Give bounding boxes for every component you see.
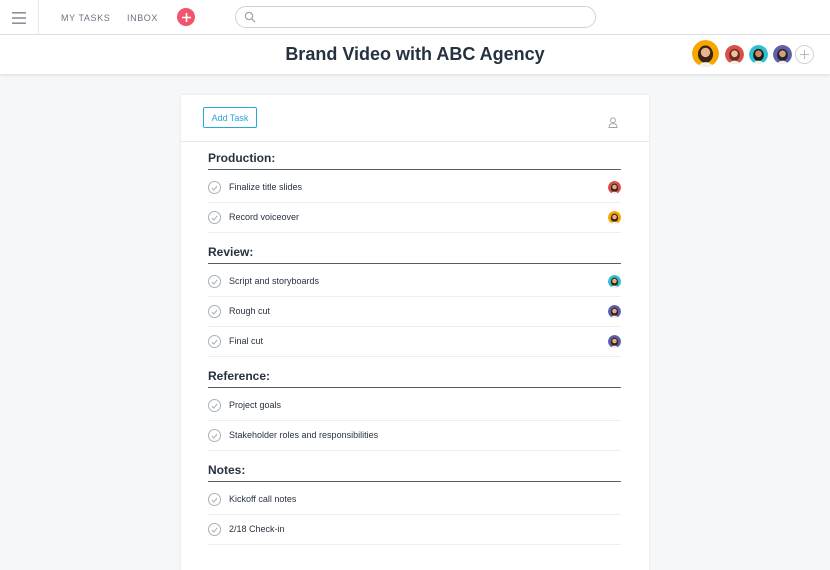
task-row[interactable]: Finalize title slides: [208, 173, 621, 203]
plus-icon: [181, 12, 191, 22]
assignee-filter-button[interactable]: [608, 115, 618, 133]
list-toolbar: Add Task: [181, 95, 649, 142]
menu-icon: [12, 11, 26, 24]
check-icon: [211, 497, 218, 503]
task-name[interactable]: Project goals: [229, 400, 281, 410]
complete-checkbox[interactable]: [208, 335, 221, 348]
complete-checkbox[interactable]: [208, 275, 221, 288]
add-member-button[interactable]: [795, 45, 814, 64]
complete-checkbox[interactable]: [208, 493, 221, 506]
task-name[interactable]: Kickoff call notes: [229, 494, 296, 504]
task-name[interactable]: Final cut: [229, 336, 263, 346]
check-icon: [211, 215, 218, 221]
section-header[interactable]: Review:: [208, 245, 621, 264]
top-bar: MY TASKS INBOX: [0, 0, 830, 35]
search-input[interactable]: [260, 10, 585, 24]
member-avatar[interactable]: [749, 45, 768, 64]
check-icon: [211, 339, 218, 345]
section-header[interactable]: Notes:: [208, 463, 621, 482]
add-task-button[interactable]: Add Task: [203, 107, 257, 128]
search-icon: [244, 11, 256, 23]
nav-inbox[interactable]: INBOX: [127, 13, 158, 23]
task-name[interactable]: 2/18 Check-in: [229, 524, 285, 534]
quick-add-button[interactable]: [177, 8, 195, 26]
task-row[interactable]: Script and storyboards: [208, 267, 621, 297]
assignee-avatar[interactable]: [608, 305, 621, 318]
task-list-card: Add Task Production: Finalize title slide…: [181, 95, 649, 570]
task-row[interactable]: Final cut: [208, 327, 621, 357]
check-icon: [211, 309, 218, 315]
task-row[interactable]: Rough cut: [208, 297, 621, 327]
task-name[interactable]: Finalize title slides: [229, 182, 302, 192]
plus-icon: [800, 50, 809, 59]
task-row[interactable]: 2/18 Check-in: [208, 515, 621, 545]
section-header[interactable]: Production:: [208, 151, 621, 170]
check-icon: [211, 185, 218, 191]
task-name[interactable]: Rough cut: [229, 306, 270, 316]
check-icon: [211, 527, 218, 533]
person-icon: [608, 117, 618, 128]
nav-my-tasks[interactable]: MY TASKS: [61, 13, 110, 23]
check-icon: [211, 403, 218, 409]
task-row[interactable]: Record voiceover: [208, 203, 621, 233]
assignee-avatar[interactable]: [608, 335, 621, 348]
search-bar[interactable]: [235, 6, 596, 28]
complete-checkbox[interactable]: [208, 211, 221, 224]
task-name[interactable]: Stakeholder roles and responsibilities: [229, 430, 378, 440]
menu-button[interactable]: [0, 0, 39, 35]
member-avatar[interactable]: [773, 45, 792, 64]
assignee-avatar[interactable]: [608, 211, 621, 224]
task-row[interactable]: Stakeholder roles and responsibilities: [208, 421, 621, 451]
task-name[interactable]: Script and storyboards: [229, 276, 319, 286]
assignee-avatar[interactable]: [608, 181, 621, 194]
check-icon: [211, 279, 218, 285]
complete-checkbox[interactable]: [208, 181, 221, 194]
task-row[interactable]: Project goals: [208, 391, 621, 421]
complete-checkbox[interactable]: [208, 523, 221, 536]
complete-checkbox[interactable]: [208, 305, 221, 318]
member-avatar[interactable]: [692, 40, 719, 67]
task-row[interactable]: Kickoff call notes: [208, 485, 621, 515]
complete-checkbox[interactable]: [208, 399, 221, 412]
project-header: Brand Video with ABC Agency: [0, 35, 830, 74]
assignee-avatar[interactable]: [608, 275, 621, 288]
member-avatar[interactable]: [725, 45, 744, 64]
check-icon: [211, 433, 218, 439]
task-name[interactable]: Record voiceover: [229, 212, 299, 222]
section-header[interactable]: Reference:: [208, 369, 621, 388]
complete-checkbox[interactable]: [208, 429, 221, 442]
